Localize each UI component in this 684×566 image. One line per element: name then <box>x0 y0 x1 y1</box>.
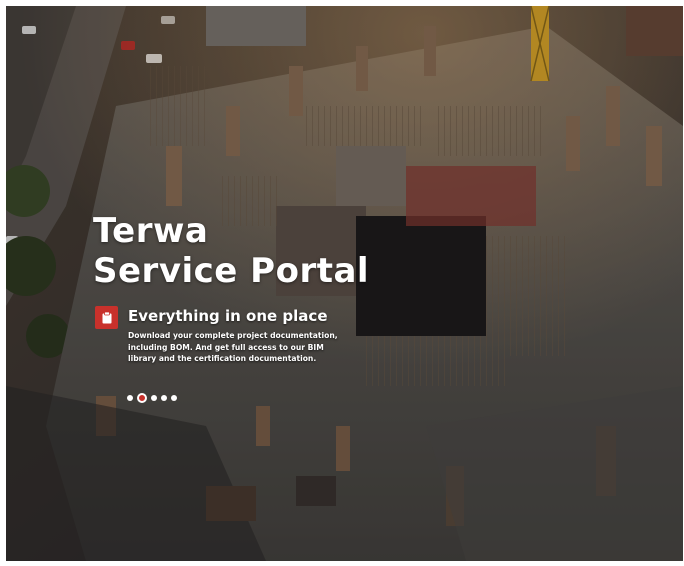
slide-badge <box>95 306 118 329</box>
slide-description: Download your complete project documenta… <box>128 331 338 363</box>
carousel-dot-2[interactable] <box>137 393 147 403</box>
carousel-dot-5[interactable] <box>171 395 177 401</box>
clipboard-icon <box>102 311 111 324</box>
title-line-1: Terwa <box>93 211 209 251</box>
page-title: Terwa Service Portal <box>93 211 369 291</box>
title-line-2: Service Portal <box>93 251 370 291</box>
carousel-pagination <box>127 393 177 403</box>
hero-banner: Terwa Service Portal Everything in one p… <box>6 6 683 561</box>
slide-heading: Everything in one place <box>128 307 328 325</box>
carousel-dot-4[interactable] <box>161 395 167 401</box>
carousel-dot-1[interactable] <box>127 395 133 401</box>
carousel-dot-3[interactable] <box>151 395 157 401</box>
